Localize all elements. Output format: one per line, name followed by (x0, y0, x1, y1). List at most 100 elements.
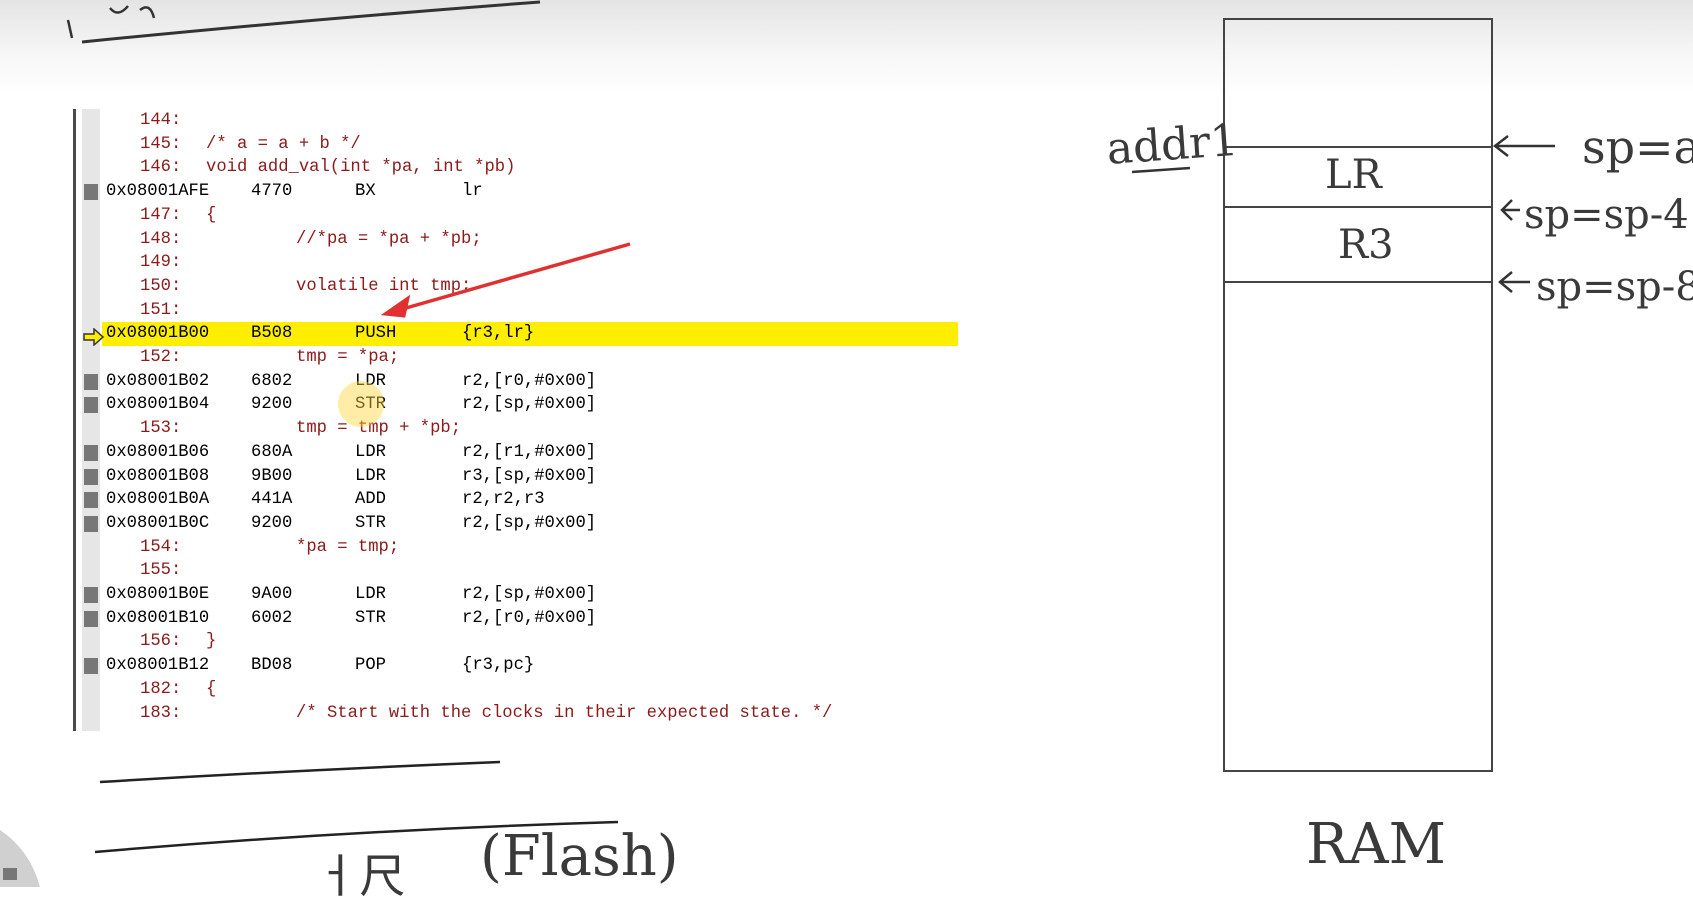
instruction-opcode: 4770 (251, 182, 293, 202)
source-line-row[interactable]: 156:} (73, 630, 958, 654)
source-line-number: 145: (140, 134, 182, 154)
instruction-mnemonic: LDR (355, 442, 386, 462)
instruction-mnemonic: ADD (355, 490, 386, 510)
instruction-mnemonic: STR (355, 608, 386, 628)
instruction-address: 0x08001B12 (106, 656, 210, 676)
source-line-number: 182: (140, 679, 182, 699)
source-line-row[interactable]: 145: /* a = a + b */ (73, 133, 958, 157)
source-line-number: 146: (140, 158, 182, 178)
sp-label-minus4: sp=sp-4 (1524, 192, 1689, 238)
sp-arrow-icon (1498, 271, 1530, 293)
instruction-row[interactable]: 0x08001B12 BD08 POP {r3,pc} (73, 654, 958, 678)
executed-code-marker (84, 184, 98, 201)
source-code-text: { (206, 205, 217, 225)
instruction-address: 0x08001B08 (106, 466, 210, 486)
source-line-number: 154: (140, 537, 182, 557)
instruction-address: 0x08001B00 (106, 324, 210, 344)
source-line-row[interactable]: 148: //*pa = *pa + *pb; (73, 228, 958, 252)
sp-label-a: sp=a (1582, 120, 1693, 174)
source-code-text: } (206, 632, 217, 652)
instruction-address: 0x08001B0E (106, 585, 210, 604)
source-line-row[interactable]: 147: { (73, 204, 958, 228)
source-line-number: 150: (140, 276, 182, 296)
instruction-address: 0x08001B02 (106, 371, 210, 391)
instruction-operands: r3,[sp,#0x00] (462, 466, 597, 486)
ram-mid-divider (1223, 206, 1493, 208)
source-line-number: 152: (140, 348, 182, 367)
source-line-row[interactable]: 144: (73, 109, 958, 133)
source-line-number: 148: (140, 229, 182, 249)
source-line-row[interactable]: 146: void add_val(int *pa, int *pb) (73, 156, 958, 180)
instruction-opcode: 680A (251, 442, 293, 462)
instruction-address: 0x08001AFE (106, 182, 210, 202)
executed-code-marker (84, 658, 98, 675)
instruction-operands: r2,[sp,#0x00] (462, 513, 597, 533)
instruction-row[interactable]: 0x08001B10 6002 STR r2,[r0,#0x00] (73, 607, 958, 631)
ram-cell-lr: LR (1325, 152, 1382, 198)
bottom-chinese-scribble: ㅓ尺 (315, 849, 408, 903)
instruction-operands: r2,[r0,#0x00] (462, 371, 597, 391)
instruction-mnemonic: POP (355, 656, 386, 676)
instruction-opcode: 6802 (251, 371, 293, 391)
executed-code-marker (84, 610, 98, 627)
source-line-number: 151: (140, 300, 182, 320)
instruction-opcode: 9200 (251, 395, 293, 415)
source-line-row[interactable]: 150: volatile int tmp; (73, 275, 958, 299)
source-line-row[interactable]: 151: (73, 299, 958, 323)
instruction-row[interactable]: 0x08001B0E 9A00 LDR r2,[sp,#0x00] (73, 583, 958, 607)
flash-label: (Flash) (480, 824, 679, 889)
instruction-opcode: 9200 (251, 513, 293, 533)
source-code-text: tmp = tmp + *pb; (296, 419, 462, 439)
source-line-number: 183: (140, 703, 182, 723)
instruction-row[interactable]: 0x08001B0A 441A ADD r2,r2,r3 (73, 488, 958, 512)
source-line-row[interactable]: 154: *pa = tmp; (73, 536, 958, 560)
instruction-mnemonic: BX (355, 182, 376, 202)
instruction-row[interactable]: 0x08001B02 6802 LDR r2,[r0,#0x00] (73, 370, 958, 394)
executed-code-marker (84, 397, 98, 414)
executed-code-marker (84, 492, 98, 509)
instruction-mnemonic: LDR (355, 585, 386, 604)
executed-code-marker (84, 373, 98, 390)
source-line-row[interactable]: 153: tmp = tmp + *pb; (73, 417, 958, 441)
instruction-row[interactable]: 0x08001B08 9B00 LDR r3,[sp,#0x00] (73, 465, 958, 489)
executed-code-marker (84, 587, 98, 603)
source-code-text: tmp = *pa; (296, 348, 400, 367)
ram-top-divider (1223, 146, 1493, 148)
instruction-address: 0x08001B10 (106, 608, 210, 628)
executed-code-marker (84, 515, 98, 532)
source-line-number: 156: (140, 632, 182, 652)
source-code-text: *pa = tmp; (296, 537, 400, 557)
source-line-row[interactable]: 183: /* Start with the clocks in their ex… (73, 702, 958, 726)
source-line-number: 149: (140, 253, 182, 273)
instruction-opcode: B508 (251, 324, 293, 344)
addr1-label: addr1 (1105, 114, 1240, 175)
ram-box (1223, 18, 1493, 772)
instruction-address: 0x08001B06 (106, 442, 210, 462)
mouse-cursor-highlight (338, 381, 384, 427)
current-instruction-row[interactable]: 0x08001B00 B508 PUSH {r3,lr} (102, 322, 958, 346)
source-line-number: 155: (140, 561, 182, 581)
source-line-row[interactable]: 149: (73, 251, 958, 275)
source-line-row[interactable]: 182: { (73, 678, 958, 702)
sp-label-minus8: sp=sp-8 (1536, 264, 1693, 310)
source-line-row[interactable]: 152: tmp = *pa; (73, 346, 958, 370)
ram-label: RAM (1306, 812, 1446, 877)
instruction-opcode: 9B00 (251, 466, 293, 486)
instruction-opcode: 6002 (251, 608, 293, 628)
instruction-row[interactable]: 0x08001AFE 4770 BX lr (73, 180, 958, 204)
source-code-text: { (206, 679, 217, 699)
instruction-mnemonic: PUSH (355, 324, 397, 344)
instruction-operands: r2,[sp,#0x00] (462, 395, 597, 415)
instruction-operands: {r3,lr} (462, 324, 535, 344)
source-line-number: 153: (140, 419, 182, 439)
instruction-row[interactable]: 0x08001B04 9200 STR r2,[sp,#0x00] (73, 393, 958, 417)
instruction-row[interactable]: 0x08001B0C 9200 STR r2,[sp,#0x00] (73, 512, 958, 536)
executed-code-marker (84, 468, 98, 485)
instruction-address: 0x08001B0A (106, 490, 210, 510)
source-code-text: //*pa = *pa + *pb; (296, 229, 482, 249)
instruction-address: 0x08001B0C (106, 513, 210, 533)
source-code-text: /* a = a + b */ (206, 134, 361, 154)
instruction-row[interactable]: 0x08001B06 680A LDR r2,[r1,#0x00] (73, 441, 958, 465)
source-line-row[interactable]: 155: (73, 559, 958, 583)
instruction-mnemonic: LDR (355, 466, 386, 486)
